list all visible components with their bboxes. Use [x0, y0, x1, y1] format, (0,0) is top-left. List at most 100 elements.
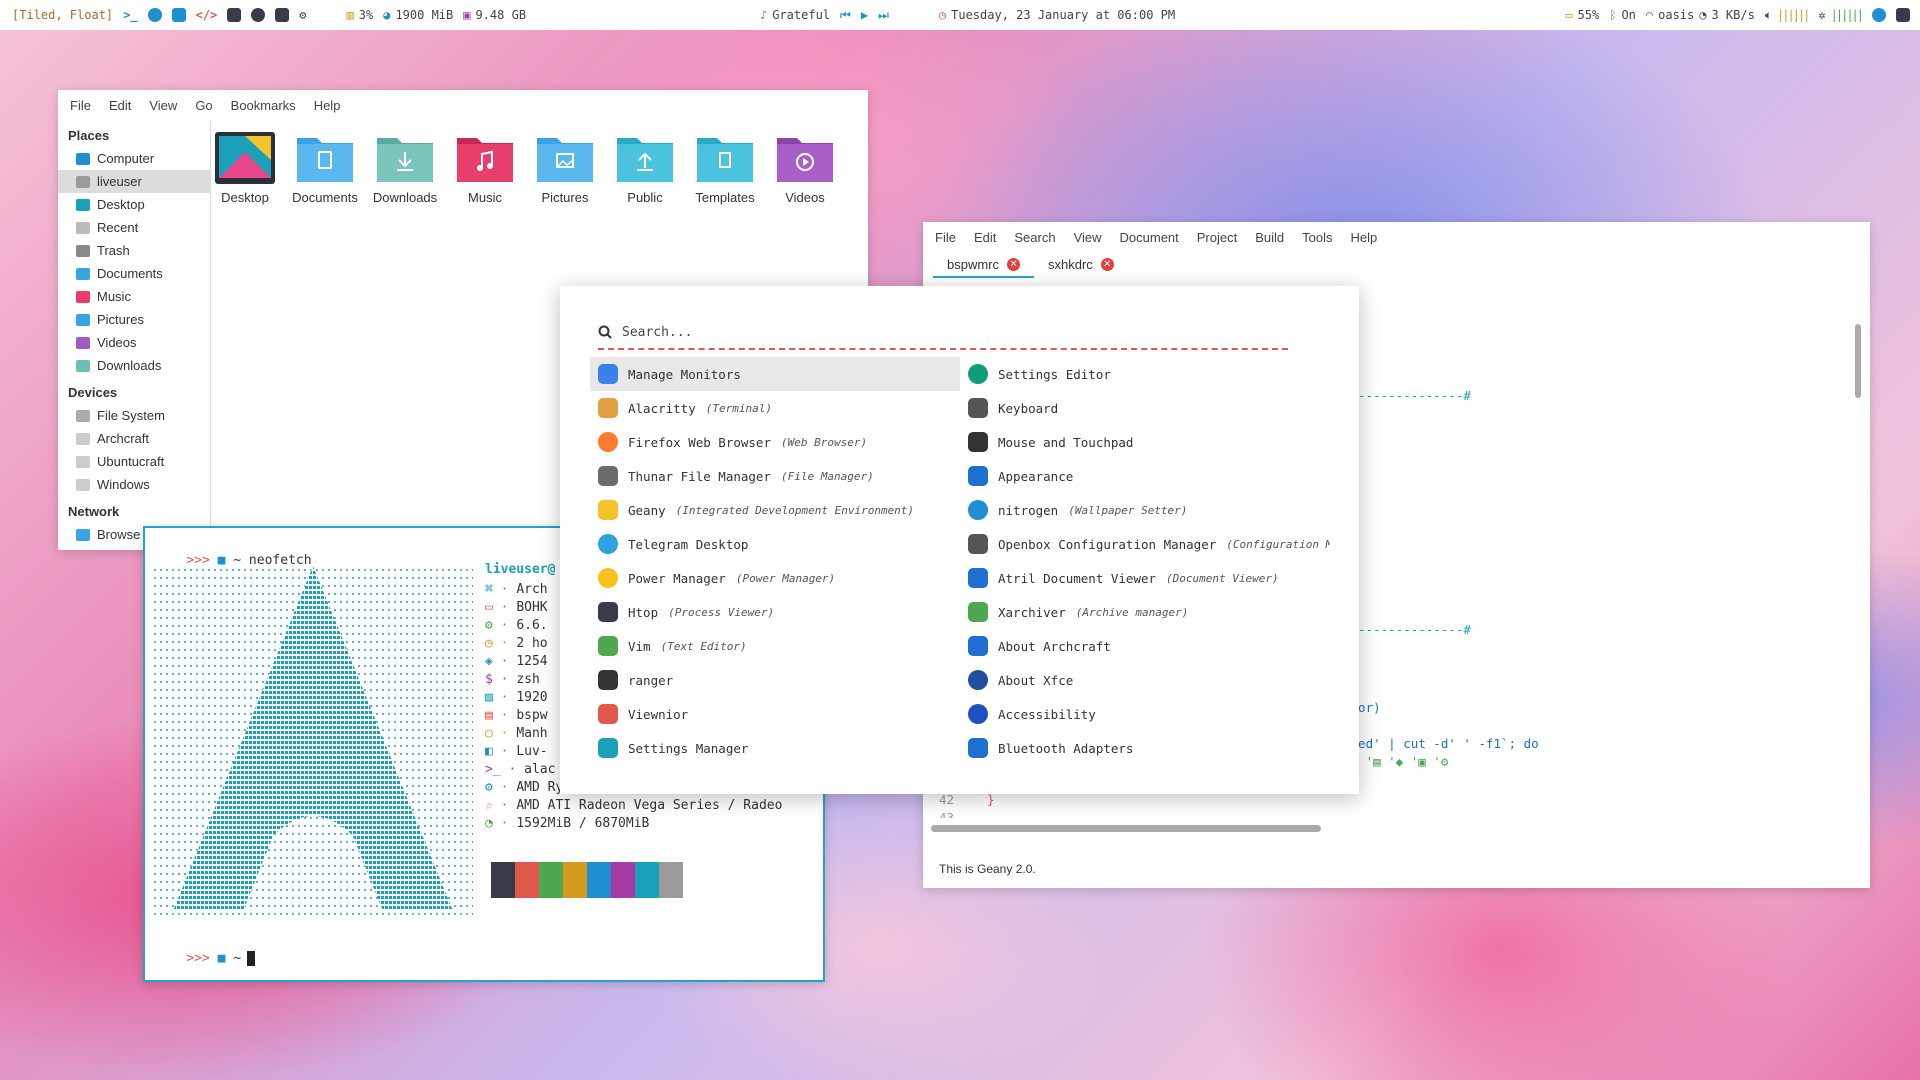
- sidebar-item-trash[interactable]: Trash: [58, 239, 210, 262]
- sidebar-item-desktop[interactable]: Desktop: [58, 193, 210, 216]
- menu-help[interactable]: Help: [314, 98, 341, 113]
- menu-help[interactable]: Help: [1351, 230, 1378, 245]
- settings-gear-icon[interactable]: ⚙: [299, 8, 306, 22]
- launcher-item-nitrogen[interactable]: nitrogen (Wallpaper Setter): [960, 493, 1330, 527]
- ranger-icon: [598, 670, 618, 690]
- close-icon[interactable]: ✕: [1100, 257, 1114, 271]
- menu-bookmarks[interactable]: Bookmarks: [231, 98, 296, 113]
- sidebar-item-windows[interactable]: Windows: [58, 473, 210, 496]
- launcher-item-telegram-desktop[interactable]: Telegram Desktop: [590, 527, 960, 561]
- menu-edit[interactable]: Edit: [974, 230, 996, 245]
- folder-public[interactable]: Public: [613, 132, 677, 205]
- folder-icon[interactable]: [171, 8, 186, 22]
- menu-view[interactable]: View: [1074, 230, 1102, 245]
- sidebar-item-music[interactable]: Music: [58, 285, 210, 308]
- menu-document[interactable]: Document: [1120, 230, 1179, 245]
- trash-icon: [76, 244, 90, 257]
- sidebar-item-documents[interactable]: Documents: [58, 262, 210, 285]
- launcher-item-accessibility[interactable]: Accessibility: [960, 697, 1330, 731]
- menu-edit[interactable]: Edit: [109, 98, 131, 113]
- power-icon[interactable]: [1896, 8, 1910, 22]
- play-button[interactable]: ▶: [861, 8, 868, 22]
- launcher-item-firefox-web-browser[interactable]: Firefox Web Browser (Web Browser): [590, 425, 960, 459]
- menu-view[interactable]: View: [149, 98, 177, 113]
- sidebar-item-file-system[interactable]: File System: [58, 404, 210, 427]
- terminal-icon[interactable]: >_: [123, 8, 137, 22]
- folder-videos[interactable]: Videos: [773, 132, 837, 205]
- launcher-item-atril-document-viewer[interactable]: Atril Document Viewer (Document Viewer): [960, 561, 1330, 595]
- menu-search[interactable]: Search: [1014, 230, 1055, 245]
- sidebar-item-pictures[interactable]: Pictures: [58, 308, 210, 331]
- search-input[interactable]: Search...: [622, 325, 692, 340]
- launcher-item-settings-manager[interactable]: Settings Manager: [590, 731, 960, 765]
- folder-downloads[interactable]: Downloads: [373, 132, 437, 205]
- launcher-item-ranger[interactable]: ranger: [590, 663, 960, 697]
- launcher-item-openbox-configuration-manager[interactable]: Openbox Configuration Manager (Configurat…: [960, 527, 1330, 561]
- folder-pictures[interactable]: Pictures: [533, 132, 597, 205]
- drive-icon: [76, 432, 90, 445]
- sidebar-item-computer[interactable]: Computer: [58, 147, 210, 170]
- folder-desktop[interactable]: Desktop: [213, 132, 277, 205]
- sidebar-item-recent[interactable]: Recent: [58, 216, 210, 239]
- sidebar-item-videos[interactable]: Videos: [58, 331, 210, 354]
- youtube-icon[interactable]: [275, 8, 290, 22]
- clock-icon: ◷: [938, 8, 947, 22]
- memory-usage: 1900 MiB: [395, 8, 454, 22]
- folder-documents[interactable]: Documents: [292, 132, 358, 205]
- telegram-tray-icon[interactable]: [1872, 8, 1886, 22]
- prev-track-button[interactable]: ⏮: [840, 8, 851, 23]
- launcher-item-xarchiver[interactable]: Xarchiver (Archive manager): [960, 595, 1330, 629]
- close-icon[interactable]: ✕: [1007, 257, 1021, 271]
- launcher-item-keyboard[interactable]: Keyboard: [960, 391, 1330, 425]
- menu-file[interactable]: File: [935, 230, 956, 245]
- menu-tools[interactable]: Tools: [1302, 230, 1332, 245]
- folder-templates[interactable]: Templates: [693, 132, 757, 205]
- sidebar-item-liveuser[interactable]: liveuser: [58, 170, 210, 193]
- launcher-item-manage-monitors[interactable]: Manage Monitors: [590, 357, 960, 391]
- next-track-button[interactable]: ⏭: [878, 8, 889, 23]
- launcher-search[interactable]: Search...: [598, 316, 1288, 350]
- launcher-item-geany[interactable]: Geany (Integrated Development Environment…: [590, 493, 960, 527]
- book-icon[interactable]: [227, 8, 242, 22]
- launcher-item-name: About Archcraft: [998, 638, 1111, 654]
- sidebar-item-archcraft[interactable]: Archcraft: [58, 427, 210, 450]
- info-host: BOHK: [516, 600, 548, 615]
- kernel-icon: ⚙ ·: [485, 618, 517, 633]
- menu-go[interactable]: Go: [195, 98, 212, 113]
- launcher-item-bluetooth-adapters[interactable]: Bluetooth Adapters: [960, 731, 1330, 765]
- documents-folder-icon: [76, 267, 90, 280]
- layout-indicator[interactable]: [Tiled, Float]: [12, 8, 113, 22]
- launcher-item-htop[interactable]: Htop (Process Viewer): [590, 595, 960, 629]
- vertical-scrollbar[interactable]: [1855, 324, 1861, 398]
- menu-build[interactable]: Build: [1255, 230, 1284, 245]
- info-os: Arch: [516, 582, 548, 597]
- menu-file[interactable]: File: [70, 98, 91, 113]
- launcher-item-power-manager[interactable]: Power Manager (Power Manager): [590, 561, 960, 595]
- launcher-item-about-xfce[interactable]: About Xfce: [960, 663, 1330, 697]
- chat-icon[interactable]: [251, 8, 266, 22]
- launcher-item-thunar-file-manager[interactable]: Thunar File Manager (File Manager): [590, 459, 960, 493]
- wifi-icon: ◠: [1645, 8, 1654, 22]
- horizontal-scrollbar[interactable]: [931, 825, 1321, 832]
- launcher-item-mouse-and-touchpad[interactable]: Mouse and Touchpad: [960, 425, 1330, 459]
- launcher-item-alacritty[interactable]: Alacritty (Terminal): [590, 391, 960, 425]
- volume-icon[interactable]: 🔈︎ ||||||: [1765, 8, 1811, 23]
- sidebar-item-downloads[interactable]: Downloads: [58, 354, 210, 377]
- battery-level: 55%: [1577, 8, 1600, 22]
- vim-icon: [598, 636, 618, 656]
- xfce-icon: [968, 670, 988, 690]
- editor-tabs: bspwmrc ✕ sxhkdrc ✕: [933, 252, 1128, 278]
- firefox-icon[interactable]: [147, 8, 162, 22]
- launcher-item-settings-editor[interactable]: Settings Editor: [960, 357, 1330, 391]
- launcher-item-viewnior[interactable]: Viewnior: [590, 697, 960, 731]
- sidebar-item-ubuntucraft[interactable]: Ubuntucraft: [58, 450, 210, 473]
- menu-project[interactable]: Project: [1197, 230, 1237, 245]
- launcher-item-about-archcraft[interactable]: About Archcraft: [960, 629, 1330, 663]
- tab-bspwmrc[interactable]: bspwmrc ✕: [933, 252, 1035, 278]
- code-editor-icon[interactable]: </>: [196, 8, 218, 22]
- tab-sxhkdrc[interactable]: sxhkdrc ✕: [1034, 252, 1128, 278]
- brightness-icon[interactable]: ✲ ||||||: [1818, 8, 1864, 22]
- folder-music[interactable]: Music: [453, 132, 517, 205]
- launcher-item-vim[interactable]: Vim (Text Editor): [590, 629, 960, 663]
- launcher-item-appearance[interactable]: Appearance: [960, 459, 1330, 493]
